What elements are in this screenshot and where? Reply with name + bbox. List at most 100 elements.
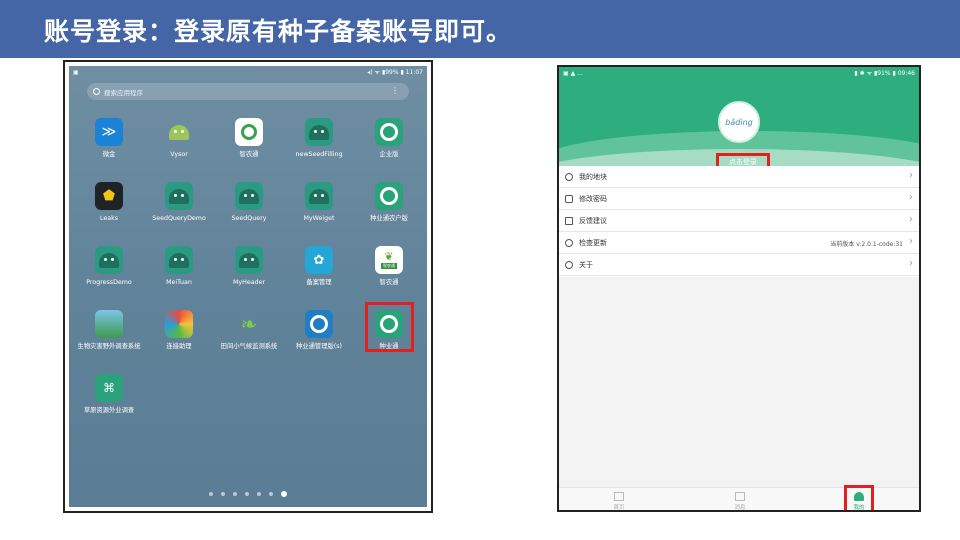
more-options-icon[interactable]: ⋮ bbox=[391, 86, 399, 95]
search-icon bbox=[93, 88, 100, 95]
menu-label: 反馈建议 bbox=[579, 216, 607, 225]
app-label: 连接助理 bbox=[166, 343, 192, 350]
app-seedquery[interactable]: SeedQuery bbox=[212, 182, 286, 223]
chevron-right-icon: › bbox=[909, 214, 913, 225]
app-seed-admin[interactable]: 种业通管理版(s) bbox=[282, 310, 356, 351]
app-zhinongtong[interactable]: 智农通 bbox=[212, 118, 286, 159]
info-icon bbox=[565, 172, 573, 181]
version-text: 当前版本 v:2.0.1-code:31 bbox=[830, 241, 903, 248]
slide-title: 账号登录：登录原有种子备案账号即可。 bbox=[44, 17, 513, 46]
page-dot[interactable] bbox=[209, 492, 213, 496]
app-label: 田间小气候监测系统 bbox=[220, 343, 278, 350]
app-label: 备案管理 bbox=[306, 279, 332, 286]
leaf-icon bbox=[235, 118, 263, 146]
menu-item-feedback[interactable]: 反馈建议 › bbox=[559, 210, 919, 232]
app-label: 种业通管理版(s) bbox=[296, 343, 342, 350]
app-label: MyWeiget bbox=[303, 215, 335, 222]
app-seedquerydemo[interactable]: SeedQueryDemo bbox=[142, 182, 216, 223]
message-icon bbox=[735, 492, 745, 501]
app-connect-assistant[interactable]: 连接助理 bbox=[142, 310, 216, 351]
android-icon bbox=[305, 182, 333, 210]
highlight-box bbox=[844, 485, 874, 510]
app-meituan[interactable]: MeiTuan bbox=[142, 246, 216, 287]
leaf-icon: ❧ bbox=[240, 312, 258, 336]
app-label: MeiTuan bbox=[166, 279, 192, 286]
plant-icon: ❦ 智农通 bbox=[375, 246, 403, 274]
edit-icon bbox=[565, 216, 573, 225]
page-dot-active[interactable] bbox=[281, 491, 287, 497]
slide: 账号登录：登录原有种子备案账号即可。 ▣ ◂) ᯤ ▮99% ▮ 11:07 搜… bbox=[0, 0, 960, 540]
app-drawer: ▣ ◂) ᯤ ▮99% ▮ 11:07 搜索应用程序 ⋮ ≫ 微金 Vysor … bbox=[69, 66, 427, 507]
app-enterprise[interactable]: 企业版 bbox=[352, 118, 426, 159]
page-dot[interactable] bbox=[257, 492, 261, 496]
info-icon bbox=[565, 260, 573, 269]
chevron-right-icon: › bbox=[909, 258, 913, 269]
app-beian[interactable]: ✿ 备案管理 bbox=[282, 246, 356, 287]
seed-icon bbox=[305, 310, 333, 338]
title-bar: 账号登录：登录原有种子备案账号即可。 bbox=[0, 0, 960, 58]
app-farmer-edition[interactable]: 种业通农户版 bbox=[352, 182, 426, 223]
app-vysor[interactable]: Vysor bbox=[142, 118, 216, 159]
menu-item-change-password[interactable]: 修改密码 › bbox=[559, 188, 919, 210]
tab-home[interactable]: 首页 bbox=[604, 492, 634, 511]
status-left: ▣ ▲ ... bbox=[563, 69, 583, 77]
chevron-right-icon: › bbox=[909, 236, 913, 247]
menu-item-about[interactable]: 关于 › bbox=[559, 254, 919, 276]
status-left: ▣ bbox=[73, 68, 79, 76]
android-icon bbox=[165, 118, 193, 146]
app-label: newSeedFilling bbox=[295, 151, 343, 158]
lock-icon bbox=[565, 194, 573, 203]
avatar[interactable]: bǎdìng bbox=[718, 101, 760, 143]
status-right: ▮ ✱ ᯤ ▮91% ▮ 09:46 bbox=[854, 70, 915, 77]
tab-messages[interactable]: 消息 bbox=[725, 492, 755, 511]
app-label: SeedQueryDemo bbox=[152, 215, 206, 222]
connect-icon bbox=[165, 310, 193, 338]
landscape-icon bbox=[95, 310, 123, 338]
status-right: ◂) ᯤ ▮99% ▮ 11:07 bbox=[367, 69, 423, 76]
android-icon bbox=[235, 246, 263, 274]
app-label: 草原资源外业调查 bbox=[83, 407, 135, 414]
shield-icon: ⬟ bbox=[95, 182, 123, 210]
app-myheader[interactable]: MyHeader bbox=[212, 246, 286, 287]
app-myweiget[interactable]: MyWeiget bbox=[282, 182, 356, 223]
status-bar: ▣ ◂) ᯤ ▮99% ▮ 11:07 bbox=[69, 66, 427, 78]
chevron-right-icon: › bbox=[909, 170, 913, 181]
app-grassland-survey[interactable]: ⌘ 草原资源外业调查 bbox=[72, 374, 146, 415]
empty-area bbox=[559, 277, 919, 487]
app-label: 企业版 bbox=[379, 151, 399, 158]
app-label: ProgressDemo bbox=[86, 279, 132, 286]
page-dot[interactable] bbox=[269, 492, 273, 496]
menu-item-my-plots[interactable]: 我的地块 › bbox=[559, 166, 919, 188]
profile-menu: 我的地块 › 修改密码 › 反馈建议 › 检查更新 当前版本 v:2.0.1-c… bbox=[559, 166, 919, 276]
app-leaks[interactable]: ⬟ Leaks bbox=[72, 182, 146, 223]
app-search-bar[interactable]: 搜索应用程序 ⋮ bbox=[87, 83, 409, 100]
app-progressdemo[interactable]: ProgressDemo bbox=[72, 246, 146, 287]
app-label: Vysor bbox=[170, 151, 188, 158]
app-label: 智农通 bbox=[379, 279, 399, 286]
tab-label: 消息 bbox=[734, 505, 746, 511]
menu-item-check-update[interactable]: 检查更新 当前版本 v:2.0.1-code:31 › bbox=[559, 232, 919, 254]
app-label: 智农通 bbox=[239, 151, 259, 158]
android-icon bbox=[165, 182, 193, 210]
app-newseedfilling[interactable]: newSeedFilling bbox=[282, 118, 356, 159]
app-label: Leaks bbox=[99, 215, 119, 222]
app-biohazard-survey[interactable]: 生物灾害野外调查系统 bbox=[72, 310, 146, 351]
page-dot[interactable] bbox=[233, 492, 237, 496]
android-icon bbox=[235, 182, 263, 210]
chevron-right-icon: › bbox=[909, 192, 913, 203]
app-weijin[interactable]: ≫ 微金 bbox=[72, 118, 146, 159]
left-phone-screenshot: ▣ ◂) ᯤ ▮99% ▮ 11:07 搜索应用程序 ⋮ ≫ 微金 Vysor … bbox=[63, 60, 433, 513]
sprout-icon: ✿ bbox=[305, 246, 333, 274]
tab-label: 首页 bbox=[613, 505, 625, 511]
login-button[interactable]: 点击登录 bbox=[716, 153, 770, 166]
seed-icon bbox=[375, 118, 403, 146]
page-dot[interactable] bbox=[221, 492, 225, 496]
page-dot[interactable] bbox=[245, 492, 249, 496]
weijin-icon: ≫ bbox=[95, 118, 123, 146]
search-placeholder: 搜索应用程序 bbox=[104, 88, 143, 97]
android-icon bbox=[95, 246, 123, 274]
app-label: 生物灾害野外调查系统 bbox=[77, 343, 141, 350]
app-zhinongtong-2[interactable]: ❦ 智农通 智农通 bbox=[352, 246, 426, 287]
app-microclimate[interactable]: ❧ 田间小气候监测系统 bbox=[212, 310, 286, 351]
app-label: 种业通农户版 bbox=[370, 215, 408, 222]
